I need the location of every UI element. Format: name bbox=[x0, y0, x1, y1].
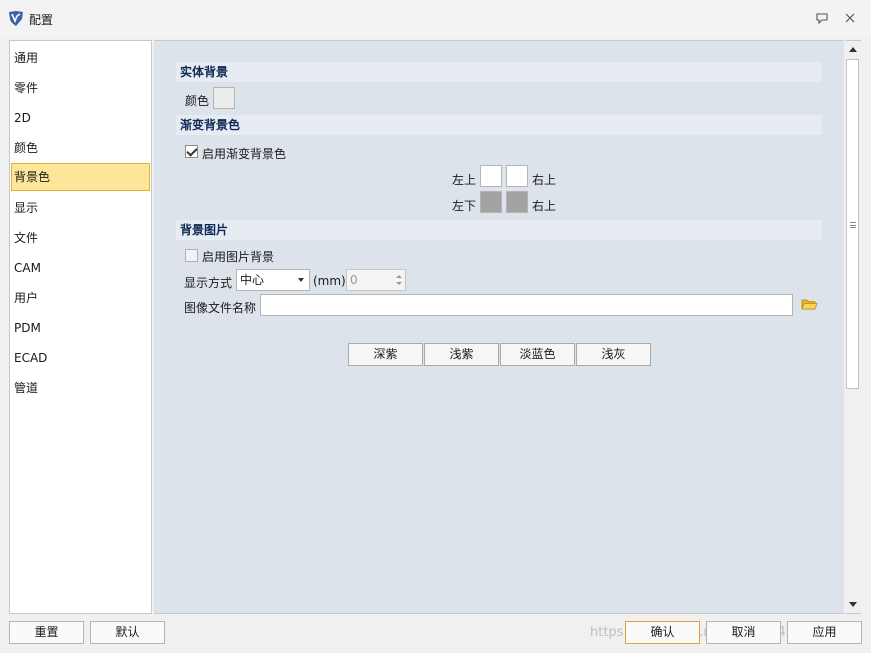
ok-button[interactable]: 确认 bbox=[625, 621, 700, 644]
reset-button[interactable]: 重置 bbox=[9, 621, 84, 644]
sidebar-item-pdm[interactable]: PDM bbox=[11, 314, 150, 342]
top-right-label: 右上 bbox=[532, 173, 557, 187]
image-size-value: 0 bbox=[350, 273, 358, 287]
unit-label: (mm) bbox=[313, 274, 346, 288]
enable-image-label: 启用图片背景 bbox=[202, 250, 275, 264]
close-icon[interactable] bbox=[841, 9, 859, 27]
sidebar-item-file[interactable]: 文件 bbox=[11, 224, 150, 252]
background-image-header: 背景图片 bbox=[176, 220, 822, 240]
sidebar-item-background[interactable]: 背景色 bbox=[11, 163, 150, 191]
chevron-down-icon bbox=[298, 278, 304, 282]
scroll-grip-icon bbox=[850, 222, 856, 228]
display-mode-label: 显示方式 bbox=[184, 276, 233, 290]
background-settings-panel: 实体背景 颜色 渐变背景色 启用渐变背景色 左上 右上 左下 右上 背景图片 启… bbox=[154, 40, 844, 614]
app-logo-icon bbox=[8, 10, 24, 26]
preset-dark-purple-button[interactable]: 深紫 bbox=[348, 343, 423, 366]
window-title: 配置 bbox=[29, 13, 54, 27]
sidebar-item-display[interactable]: 显示 bbox=[11, 194, 150, 222]
sidebar-item-color[interactable]: 颜色 bbox=[11, 134, 150, 162]
apply-button[interactable]: 应用 bbox=[787, 621, 862, 644]
enable-gradient-checkbox[interactable] bbox=[185, 145, 198, 158]
sidebar-item-ecad[interactable]: ECAD bbox=[11, 344, 150, 372]
sidebar-item-general[interactable]: 通用 bbox=[11, 44, 150, 72]
scrollbar-thumb[interactable] bbox=[846, 59, 859, 389]
image-file-label: 图像文件名称 bbox=[184, 301, 257, 315]
vertical-scrollbar[interactable] bbox=[845, 40, 861, 614]
sidebar-item-piping[interactable]: 管道 bbox=[11, 374, 150, 402]
sidebar-item-cam[interactable]: CAM bbox=[11, 254, 150, 282]
display-mode-value: 中心 bbox=[240, 273, 265, 287]
top-left-label: 左上 bbox=[452, 173, 477, 187]
solid-color-label: 颜色 bbox=[185, 94, 210, 108]
image-size-spinner[interactable]: 0 bbox=[346, 269, 406, 291]
enable-gradient-label: 启用渐变背景色 bbox=[202, 147, 287, 161]
help-chat-icon[interactable] bbox=[813, 9, 831, 27]
preset-light-purple-button[interactable]: 浅紫 bbox=[424, 343, 499, 366]
sidebar-item-parts[interactable]: 零件 bbox=[11, 74, 150, 102]
sidebar-item-2d[interactable]: 2D bbox=[11, 104, 150, 132]
default-button[interactable]: 默认 bbox=[90, 621, 165, 644]
folder-open-icon[interactable] bbox=[801, 297, 818, 315]
cancel-button[interactable]: 取消 bbox=[706, 621, 781, 644]
display-mode-select[interactable]: 中心 bbox=[236, 269, 310, 291]
preset-light-gray-button[interactable]: 浅灰 bbox=[576, 343, 651, 366]
bottom-left-label: 左下 bbox=[452, 199, 477, 213]
title-bar: 配置 bbox=[0, 0, 871, 38]
image-file-input[interactable] bbox=[260, 294, 793, 316]
solid-color-swatch[interactable] bbox=[213, 87, 235, 109]
gradient-background-header: 渐变背景色 bbox=[176, 115, 822, 135]
settings-sidebar: 通用 零件 2D 颜色 背景色 显示 文件 CAM 用户 PDM ECAD 管道 bbox=[9, 40, 152, 614]
top-left-color-swatch[interactable] bbox=[480, 165, 502, 187]
enable-image-checkbox[interactable] bbox=[185, 249, 198, 262]
bottom-right-label: 右上 bbox=[532, 199, 557, 213]
sidebar-item-user[interactable]: 用户 bbox=[11, 284, 150, 312]
scroll-up-icon[interactable] bbox=[849, 47, 857, 52]
scroll-down-icon[interactable] bbox=[849, 602, 857, 607]
spin-up-icon[interactable] bbox=[396, 275, 402, 278]
bottom-right-color-swatch[interactable] bbox=[506, 191, 528, 213]
top-right-color-swatch[interactable] bbox=[506, 165, 528, 187]
preset-light-blue-button[interactable]: 淡蓝色 bbox=[500, 343, 575, 366]
solid-background-header: 实体背景 bbox=[176, 62, 822, 82]
bottom-left-color-swatch[interactable] bbox=[480, 191, 502, 213]
spin-down-icon[interactable] bbox=[396, 282, 402, 285]
